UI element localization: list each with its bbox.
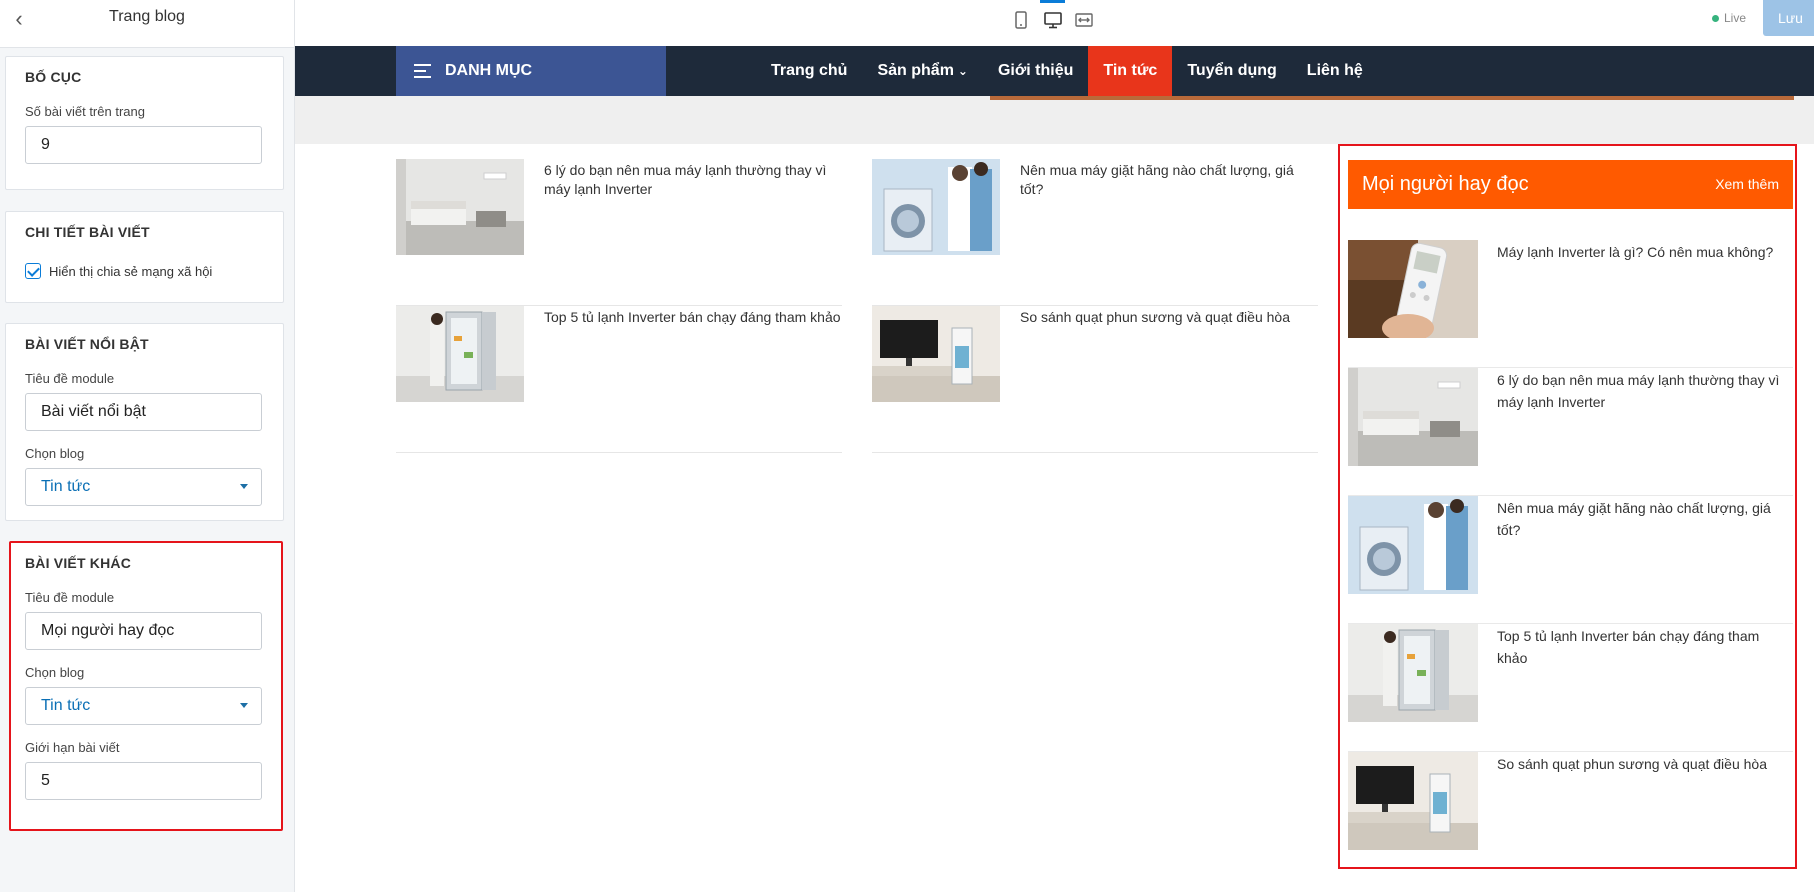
other-module-title-label: Tiêu đề module: [25, 590, 115, 605]
article-title[interactable]: Top 5 tủ lạnh Inverter bán chạy đáng tha…: [544, 308, 842, 327]
article-thumbnail-washing-machine[interactable]: [872, 159, 1000, 255]
widget-item-title[interactable]: 6 lý do bạn nên mua máy lạnh thường thay…: [1497, 369, 1793, 413]
settings-sidebar: ‹ Trang blog BỐ CỤC Số bài viết trên tra…: [0, 0, 295, 892]
widget-item-title[interactable]: Máy lạnh Inverter là gì? Có nên mua khôn…: [1497, 241, 1793, 263]
top-toolbar: Live Lưu: [295, 0, 1814, 46]
see-more-link[interactable]: Xem thêm: [1715, 160, 1779, 209]
category-label: DANH MỤC: [445, 62, 533, 79]
share-checkbox-label: Hiển thị chia sẻ mạng xã hội: [49, 263, 213, 279]
widget-list-item[interactable]: Máy lạnh Inverter là gì? Có nên mua khôn…: [1348, 240, 1793, 368]
share-checkbox[interactable]: [25, 263, 41, 279]
fullwidth-icon: [1075, 13, 1093, 27]
page-preview: DANH MỤC Trang chủ Sản phẩm ⌄ Giới thiệu …: [295, 46, 1814, 892]
main-nav: Trang chủ Sản phẩm ⌄ Giới thiệu Tin tức T…: [756, 46, 1378, 96]
widget-list-item[interactable]: Top 5 tủ lạnh Inverter bán chạy đáng tha…: [1348, 624, 1793, 752]
featured-blog-label: Chọn blog: [25, 446, 85, 461]
widget-thumbnail-fridge[interactable]: [1348, 624, 1478, 722]
featured-blog-value: Tin tức: [41, 478, 91, 495]
post-limit-input[interactable]: 5: [25, 762, 262, 800]
save-button[interactable]: Lưu: [1763, 0, 1814, 36]
article-card[interactable]: 6 lý do bạn nên mua máy lạnh thường thay…: [396, 159, 842, 306]
desktop-icon: [1044, 12, 1062, 29]
widget-list-item[interactable]: Nên mua máy giặt hãng nào chất lượng, gi…: [1348, 496, 1793, 624]
nav-careers[interactable]: Tuyển dụng: [1172, 46, 1291, 96]
post-limit-label: Giới hạn bài viết: [25, 740, 120, 755]
other-module-title-input[interactable]: Mọi người hay đọc: [25, 612, 262, 650]
nav-news[interactable]: Tin tức: [1088, 46, 1173, 96]
other-blog-select[interactable]: Tin tức: [25, 687, 262, 725]
dropdown-caret-icon: [240, 484, 248, 489]
other-blog-label: Chọn blog: [25, 665, 85, 680]
widget-list-item[interactable]: So sánh quạt phun sương và quạt điều hòa: [1348, 752, 1793, 880]
featured-card-title: BÀI VIẾT NỔI BẬT: [25, 336, 149, 352]
featured-blog-select[interactable]: Tin tức: [25, 468, 262, 506]
widget-thumbnail-remote[interactable]: [1348, 240, 1478, 338]
mobile-view-button[interactable]: [1006, 0, 1037, 46]
post-detail-card-title: CHI TIẾT BÀI VIẾT: [25, 224, 150, 240]
widget-title: Mọi người hay đọc: [1362, 173, 1529, 195]
other-posts-card: BÀI VIẾT KHÁC Tiêu đề module Mọi người h…: [9, 541, 283, 831]
widget-thumbnail-tv-cooler[interactable]: [1348, 752, 1478, 850]
popular-posts-widget: Mọi người hay đọc Xem thêm Máy lạnh Inve…: [1338, 144, 1797, 869]
featured-module-title-input[interactable]: Bài viết nổi bật: [25, 393, 262, 431]
layout-card-title: BỐ CỤC: [25, 69, 82, 85]
site-navbar: DANH MỤC Trang chủ Sản phẩm ⌄ Giới thiệu …: [295, 46, 1814, 96]
widget-item-title[interactable]: Nên mua máy giặt hãng nào chất lượng, gi…: [1497, 497, 1793, 541]
sidebar-header: ‹ Trang blog: [0, 0, 294, 48]
post-detail-card: CHI TIẾT BÀI VIẾT Hiển thị chia sẻ mạng …: [5, 211, 284, 303]
fullwidth-view-button[interactable]: [1068, 0, 1099, 46]
banner-image: [990, 96, 1794, 100]
other-blog-value: Tin tức: [41, 697, 91, 714]
sidebar-title: Trang blog: [109, 8, 185, 25]
article-thumbnail-living-room[interactable]: [396, 159, 524, 255]
article-card[interactable]: Nên mua máy giặt hãng nào chất lượng, gi…: [872, 159, 1318, 306]
posts-per-page-input[interactable]: 9: [25, 126, 262, 164]
widget-list-item[interactable]: 6 lý do bạn nên mua máy lạnh thường thay…: [1348, 368, 1793, 496]
device-switcher: [1006, 0, 1099, 46]
article-title[interactable]: 6 lý do bạn nên mua máy lạnh thường thay…: [544, 161, 842, 199]
article-card[interactable]: Top 5 tủ lạnh Inverter bán chạy đáng tha…: [396, 306, 842, 453]
nav-home[interactable]: Trang chủ: [756, 46, 862, 96]
article-thumbnail-tv-cooler[interactable]: [872, 306, 1000, 402]
live-status: Live: [1712, 11, 1746, 25]
article-card[interactable]: So sánh quạt phun sương và quạt điều hòa: [872, 306, 1318, 453]
share-checkbox-row[interactable]: Hiển thị chia sẻ mạng xã hội: [25, 262, 264, 280]
nav-products-label: Sản phẩm: [877, 62, 954, 79]
article-title[interactable]: Nên mua máy giặt hãng nào chất lượng, gi…: [1020, 161, 1318, 199]
chevron-down-icon: ⌄: [957, 64, 968, 78]
widget-header: Mọi người hay đọc Xem thêm: [1348, 160, 1793, 209]
widget-item-title[interactable]: Top 5 tủ lạnh Inverter bán chạy đáng tha…: [1497, 625, 1793, 669]
banner-strip: [295, 96, 1814, 144]
article-title[interactable]: So sánh quạt phun sương và quạt điều hòa: [1020, 308, 1318, 327]
hamburger-icon: [414, 64, 431, 78]
other-card-title: BÀI VIẾT KHÁC: [25, 555, 132, 571]
article-thumbnail-fridge[interactable]: [396, 306, 524, 402]
layout-card: BỐ CỤC Số bài viết trên trang 9: [5, 56, 284, 190]
mobile-icon: [1015, 11, 1027, 29]
widget-item-title[interactable]: So sánh quạt phun sương và quạt điều hòa: [1497, 753, 1793, 775]
nav-about[interactable]: Giới thiệu: [983, 46, 1088, 96]
featured-module-title-label: Tiêu đề module: [25, 371, 115, 386]
nav-products[interactable]: Sản phẩm ⌄: [862, 46, 983, 96]
widget-thumbnail-washing-machine[interactable]: [1348, 496, 1478, 594]
live-label: Live: [1724, 11, 1747, 25]
nav-contact[interactable]: Liên hệ: [1292, 46, 1378, 96]
dropdown-caret-icon: [240, 703, 248, 708]
desktop-view-button[interactable]: [1037, 0, 1068, 46]
live-dot-icon: [1712, 14, 1719, 22]
widget-thumbnail-living-room[interactable]: [1348, 368, 1478, 466]
category-menu-button[interactable]: DANH MỤC: [396, 46, 666, 96]
featured-posts-card: BÀI VIẾT NỔI BẬT Tiêu đề module Bài viết…: [5, 323, 284, 521]
posts-per-page-label: Số bài viết trên trang: [25, 104, 145, 119]
